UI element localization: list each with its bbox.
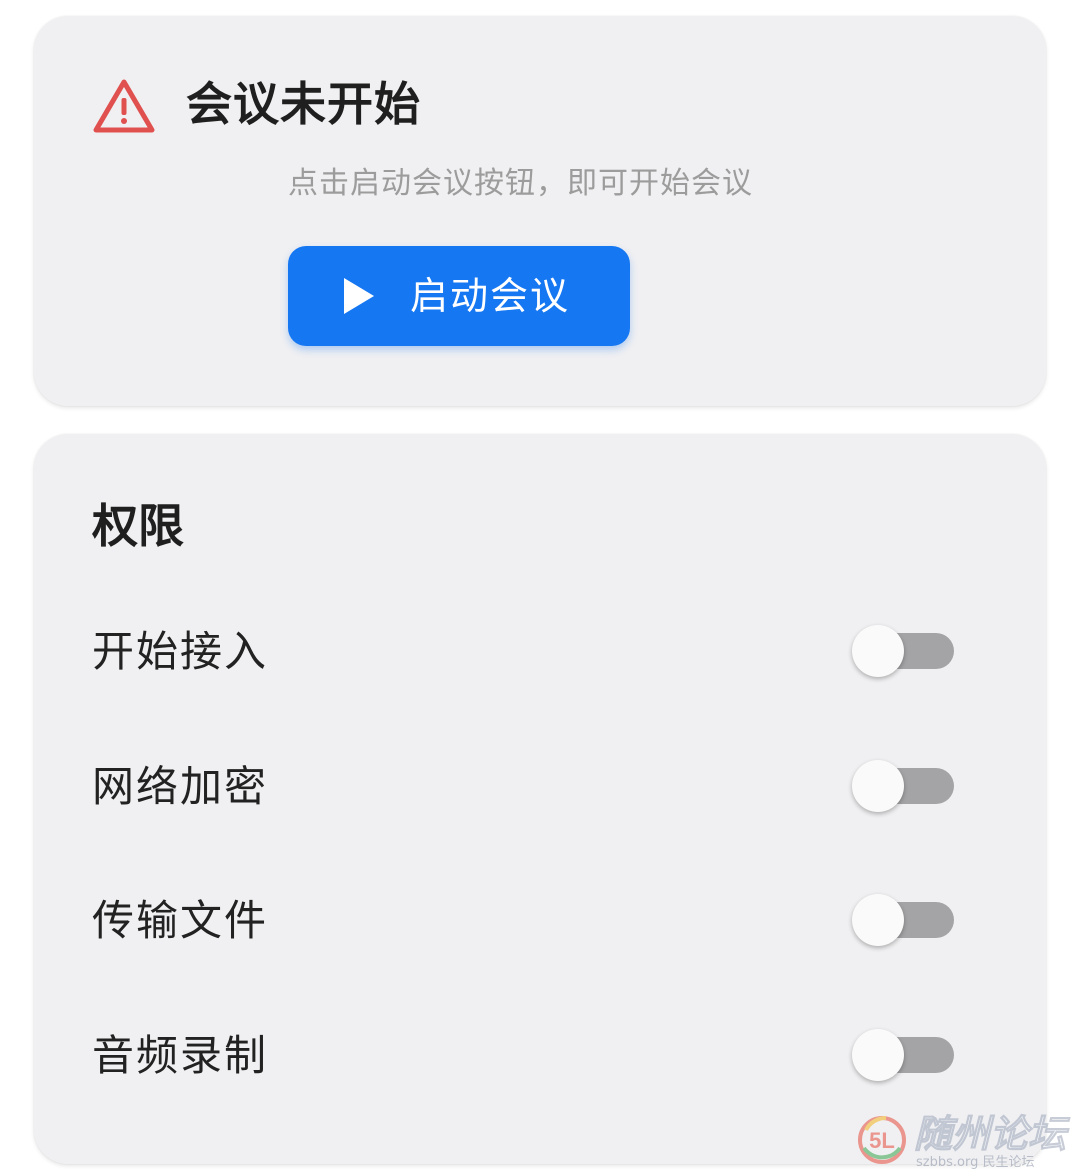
permission-row-audio-recording: 音频录制 (34, 1010, 1046, 1100)
meeting-hint-text: 点击启动会议按钮，即可开始会议 (288, 166, 753, 201)
play-icon (344, 278, 374, 314)
permission-toggle-file-transfer[interactable] (852, 894, 954, 946)
toggle-knob (852, 1029, 904, 1081)
permission-toggle-encryption[interactable] (852, 760, 954, 812)
permission-label: 音频录制 (92, 1031, 269, 1080)
toggle-knob (852, 760, 904, 812)
toggle-knob (852, 625, 904, 677)
toggle-knob (852, 894, 904, 946)
watermark: 5L 随州论坛 szbbs.org 民生论坛 (856, 1110, 1072, 1172)
meeting-status-card: 会议未开始 点击启动会议按钮，即可开始会议 启动会议 (34, 16, 1046, 406)
watermark-text: 随州论坛 (913, 1112, 1067, 1157)
permission-label: 开始接入 (92, 627, 269, 676)
permission-label: 传输文件 (92, 896, 269, 945)
warning-triangle-icon (93, 79, 155, 133)
start-meeting-button[interactable]: 启动会议 (288, 246, 630, 346)
svg-text:5L: 5L (869, 1128, 895, 1153)
permissions-card: 权限 开始接入 网络加密 传输文件 音频录制 (34, 434, 1046, 1164)
meeting-status-title: 会议未开始 (186, 77, 421, 131)
permissions-title: 权限 (92, 499, 184, 553)
permission-toggle-audio-recording[interactable] (852, 1029, 954, 1081)
permission-toggle-access[interactable] (852, 625, 954, 677)
permission-label: 网络加密 (92, 762, 269, 811)
permission-row-encryption: 网络加密 (34, 741, 1046, 831)
watermark-logo-icon: 5L (858, 1115, 906, 1164)
permission-row-file-transfer: 传输文件 (34, 875, 1046, 965)
permission-row-access: 开始接入 (34, 606, 1046, 696)
watermark-subtext: szbbs.org 民生论坛 (916, 1155, 1035, 1170)
page: 会议未开始 点击启动会议按钮，即可开始会议 启动会议 权限 开始接入 网络加密 (0, 0, 1072, 1172)
start-meeting-label: 启动会议 (410, 274, 571, 318)
